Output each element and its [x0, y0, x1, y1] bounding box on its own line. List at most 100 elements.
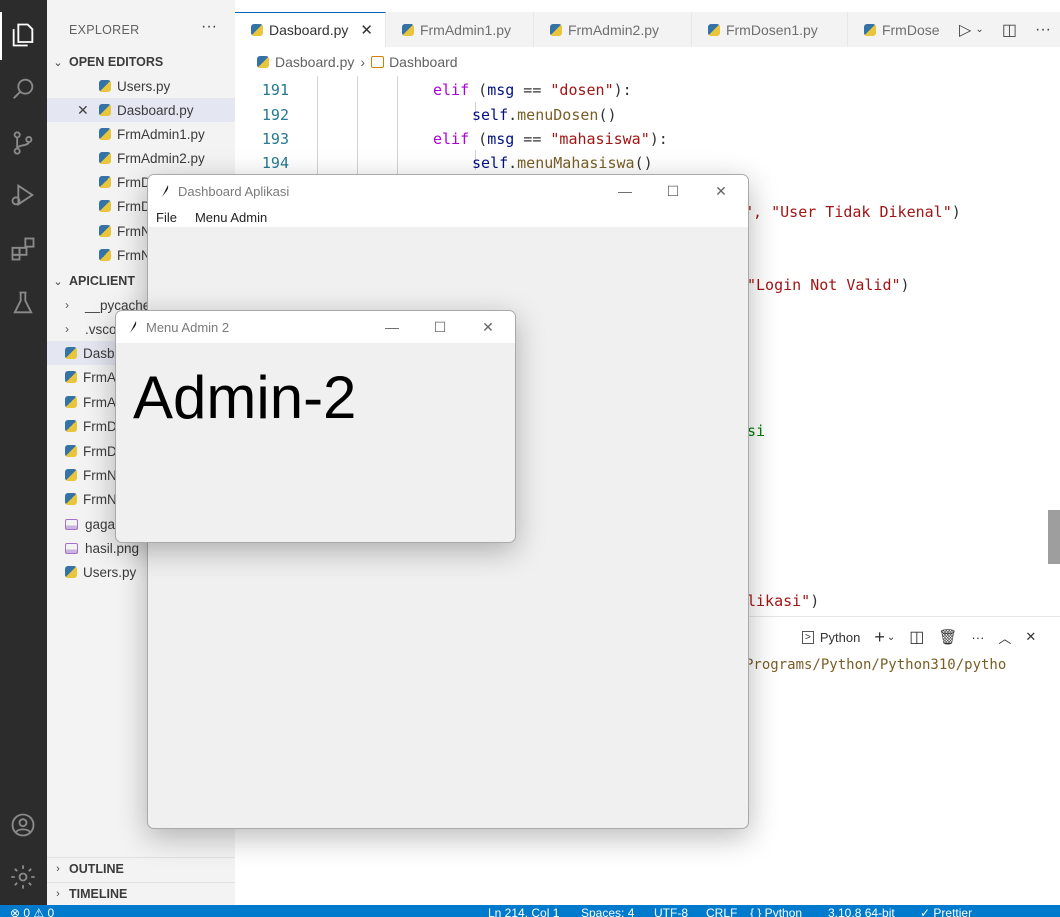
- menu-admin[interactable]: Menu Admin: [195, 210, 267, 225]
- tab-label: FrmAdmin2.py: [567, 21, 659, 38]
- maximize-icon[interactable]: ☐: [650, 175, 696, 207]
- close-icon[interactable]: ✕: [465, 311, 511, 343]
- open-editor-item[interactable]: FrmAdmin2.py: [47, 146, 235, 170]
- tab-frmadmin1[interactable]: FrmAdmin1.py: [386, 12, 534, 47]
- account-icon[interactable]: [6, 808, 40, 842]
- code-token: msg: [487, 81, 515, 99]
- python-file-icon: [99, 200, 111, 212]
- open-editor-item-active[interactable]: ✕ Dasboard.py: [47, 98, 235, 122]
- dashboard-titlebar[interactable]: Dashboard Aplikasi — ☐ ✕: [148, 175, 748, 207]
- minimize-icon[interactable]: —: [602, 175, 648, 207]
- python-file-icon: [65, 469, 77, 481]
- encoding-status[interactable]: UTF-8: [654, 906, 688, 917]
- tab-frmdosen1[interactable]: FrmDosen1.py: [692, 12, 848, 47]
- minimize-icon[interactable]: —: [369, 311, 415, 343]
- code-line: 191 elif (msg == "dosen"):: [235, 78, 632, 102]
- python-file-icon: [65, 445, 77, 457]
- code-token: ):: [613, 81, 632, 99]
- code-fragment: likasi"): [747, 589, 819, 613]
- code-token: ==: [514, 130, 551, 148]
- admin-window: Menu Admin 2 — ☐ ✕ Admin-2: [115, 310, 516, 543]
- code-token: menuDosen: [517, 106, 599, 124]
- close-icon[interactable]: ✕: [360, 21, 373, 39]
- run-debug-icon[interactable]: [6, 178, 40, 212]
- terminal-icon: >: [802, 630, 814, 644]
- python-file-icon: [65, 347, 77, 359]
- code-token: ):: [649, 130, 668, 148]
- python-file-icon: [99, 225, 111, 237]
- terminal-name[interactable]: Python: [820, 630, 860, 645]
- file-label: FrmA: [83, 394, 116, 410]
- code-token: (: [469, 81, 488, 99]
- file-label: gaga: [85, 516, 116, 532]
- code-token: (: [469, 130, 488, 148]
- python-file-icon: [65, 371, 77, 383]
- tab-label: FrmAdmin1.py: [419, 21, 511, 38]
- code-token: .: [508, 106, 518, 124]
- maximize-icon[interactable]: ☐: [417, 311, 463, 343]
- python-file-icon: [99, 104, 111, 116]
- problems-status[interactable]: ⊗ 0 ⚠ 0: [10, 906, 54, 917]
- testing-icon[interactable]: [6, 286, 40, 320]
- open-editor-label: FrmD: [117, 198, 151, 214]
- new-terminal-icon[interactable]: +: [874, 627, 885, 648]
- split-editor-icon[interactable]: ◫: [1002, 20, 1017, 40]
- open-editors-header[interactable]: ⌄ OPEN EDITORS: [47, 51, 235, 73]
- eol-status[interactable]: CRLF: [706, 906, 737, 917]
- search-icon[interactable]: [6, 72, 40, 106]
- line-number: 191: [261, 81, 289, 99]
- more-icon[interactable]: ···: [971, 630, 984, 645]
- active-indicator: [0, 12, 2, 60]
- close-icon[interactable]: ✕: [77, 102, 89, 119]
- explorer-icon[interactable]: [6, 18, 40, 52]
- language-status[interactable]: { } Python: [750, 906, 802, 917]
- tab-label: Dasboard.py: [269, 22, 349, 38]
- code-token: "mahasiswa": [550, 130, 650, 148]
- open-editor-item[interactable]: FrmAdmin1.py: [47, 122, 235, 146]
- breadcrumb-file[interactable]: Dasboard.py: [275, 54, 354, 70]
- editor-scrollbar[interactable]: [1048, 510, 1060, 564]
- menu-file[interactable]: File: [156, 210, 177, 225]
- close-panel-icon[interactable]: ✕: [1025, 629, 1036, 645]
- explorer-more-button[interactable]: ···: [201, 18, 217, 36]
- window-title: Menu Admin 2: [146, 319, 230, 335]
- open-editor-label: Users.py: [117, 78, 171, 94]
- breadcrumb: Dasboard.py › Dashboard: [235, 51, 458, 73]
- settings-gear-icon[interactable]: [6, 860, 40, 894]
- file-label: Users.py: [83, 564, 137, 580]
- source-control-icon[interactable]: [6, 126, 40, 160]
- breadcrumb-separator: ›: [360, 54, 366, 70]
- open-editor-label: FrmAdmin2.py: [117, 150, 205, 166]
- code-token: elif: [433, 130, 470, 148]
- maximize-panel-icon[interactable]: ︿: [998, 628, 1011, 647]
- outline-header[interactable]: › OUTLINE: [47, 857, 235, 879]
- explorer-title: EXPLORER: [69, 23, 140, 37]
- tab-dasboard[interactable]: Dasboard.py ✕: [235, 12, 386, 47]
- tk-feather-icon: [130, 321, 137, 333]
- close-icon[interactable]: ✕: [698, 175, 744, 207]
- breadcrumb-symbol[interactable]: Dashboard: [389, 54, 458, 70]
- chevron-down-icon[interactable]: ⌄: [975, 24, 983, 35]
- open-editor-item[interactable]: Users.py: [47, 74, 235, 98]
- interpreter-status[interactable]: 3.10.8 64-bit: [828, 906, 895, 917]
- tab-frmdose[interactable]: FrmDose: [848, 12, 952, 47]
- code-token: ): [810, 592, 820, 610]
- timeline-header[interactable]: › TIMELINE: [47, 882, 235, 904]
- run-icon[interactable]: ▷: [959, 20, 971, 40]
- admin-label: Admin-2: [133, 364, 357, 431]
- file-label: FrmN: [83, 491, 117, 507]
- chevron-down-icon[interactable]: ⌄: [887, 632, 895, 643]
- prettier-status[interactable]: ✓ Prettier: [920, 906, 972, 917]
- cursor-position[interactable]: Ln 214, Col 1: [488, 906, 559, 917]
- more-actions-icon[interactable]: ···: [1035, 21, 1051, 39]
- trash-icon[interactable]: 🗑: [938, 628, 957, 646]
- code-fragment: si: [747, 419, 765, 443]
- indent-status[interactable]: Spaces: 4: [581, 906, 634, 917]
- extensions-icon[interactable]: [6, 232, 40, 266]
- tab-frmadmin2[interactable]: FrmAdmin2.py: [534, 12, 692, 47]
- activity-bar: [0, 0, 47, 905]
- class-symbol-icon: [371, 56, 385, 68]
- admin-titlebar[interactable]: Menu Admin 2 — ☐ ✕: [116, 311, 515, 343]
- split-terminal-icon[interactable]: ◫: [909, 627, 924, 647]
- code-token: (): [598, 106, 617, 124]
